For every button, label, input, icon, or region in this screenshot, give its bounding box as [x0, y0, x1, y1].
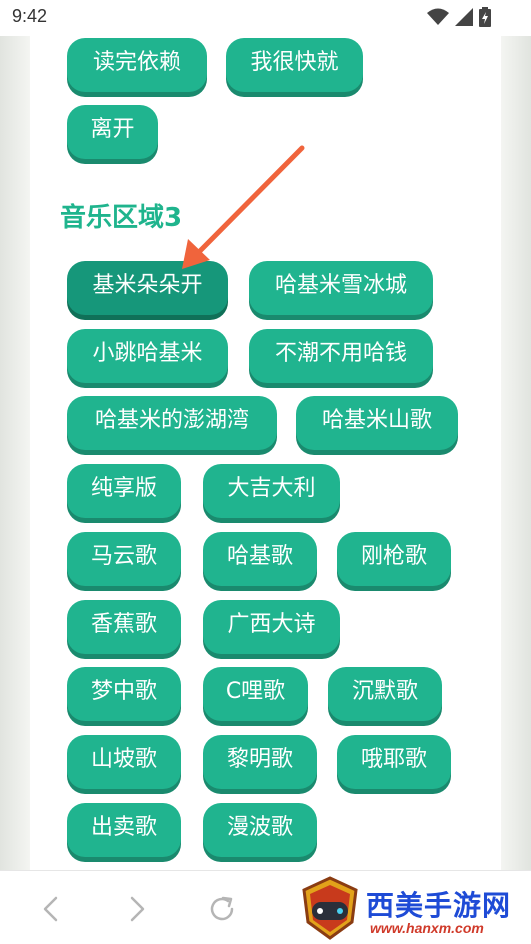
song-chip[interactable]: 不潮不用哈钱	[249, 329, 433, 383]
song-chip-selected[interactable]: 基米朵朵开	[67, 261, 228, 315]
song-chip[interactable]: 哈基歌	[203, 532, 317, 586]
status-bar: 9:42	[0, 0, 531, 36]
song-chip[interactable]: 山坡歌	[67, 735, 181, 789]
song-chip[interactable]: 哦耶歌	[337, 735, 451, 789]
song-chip[interactable]: 我很快就	[226, 38, 363, 92]
reload-icon[interactable]	[206, 893, 238, 925]
song-chip[interactable]: 哈基米雪冰城	[249, 261, 433, 315]
status-time: 9:42	[12, 6, 48, 26]
song-chip[interactable]: 漫波歌	[203, 803, 317, 857]
song-chip[interactable]: 纯享版	[67, 464, 181, 518]
song-chip[interactable]: 大吉大利	[203, 464, 340, 518]
watermark-url: www.hanxm.com	[370, 920, 484, 936]
chevron-left-icon[interactable]	[36, 893, 68, 925]
page-margin-right	[501, 36, 531, 870]
song-chip[interactable]: 离开	[67, 105, 158, 159]
chevron-right-icon[interactable]	[120, 893, 152, 925]
song-chip[interactable]: 梦中歌	[67, 667, 181, 721]
song-chip[interactable]: 马云歌	[67, 532, 181, 586]
song-chip[interactable]: 黎明歌	[203, 735, 317, 789]
song-chip[interactable]: 出卖歌	[67, 803, 181, 857]
wifi-icon	[427, 8, 449, 26]
song-chip[interactable]: 哈基米的澎湖湾	[67, 396, 277, 450]
battery-icon	[479, 7, 491, 27]
song-chip[interactable]: 广西大诗	[203, 600, 340, 654]
song-chip[interactable]: 香蕉歌	[67, 600, 181, 654]
content-area: 读完依赖 我很快就 离开 音乐区域3 基米朵朵开 哈基米雪冰城 小跳哈基米 不潮…	[30, 36, 501, 870]
status-icons	[427, 7, 491, 27]
song-chip[interactable]: 哈基米山歌	[296, 396, 458, 450]
song-chip[interactable]: 读完依赖	[67, 38, 207, 92]
song-chip[interactable]: 沉默歌	[328, 667, 442, 721]
watermark-title: 西美手游网	[366, 889, 512, 922]
signal-icon	[455, 8, 473, 26]
song-chip[interactable]: 小跳哈基米	[67, 329, 228, 383]
song-chip[interactable]: C哩歌	[203, 667, 308, 721]
page-margin-left	[0, 36, 30, 870]
watermark-logo-icon	[298, 876, 362, 944]
section-title: 音乐区域3	[60, 203, 183, 233]
site-watermark: 西美手游网 www.hanxm.com	[298, 874, 531, 944]
song-chip[interactable]: 刚枪歌	[337, 532, 451, 586]
